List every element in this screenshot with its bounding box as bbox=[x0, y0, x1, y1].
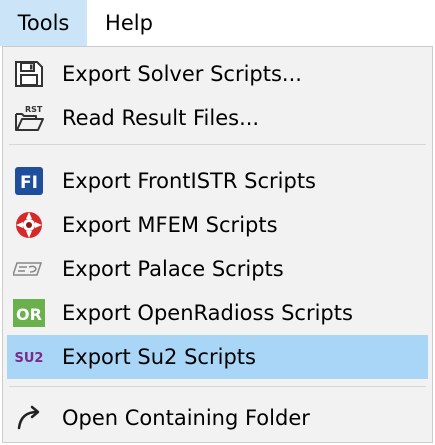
menu-separator bbox=[9, 144, 426, 145]
menu-item-export-su2-scripts[interactable]: SU2 Export Su2 Scripts bbox=[7, 335, 428, 379]
openradioss-logo-icon: OR bbox=[13, 299, 45, 327]
menu-item-label: Export OpenRadioss Scripts bbox=[62, 301, 353, 325]
palace-logo-icon bbox=[13, 262, 43, 276]
menu-item-label: Export Palace Scripts bbox=[62, 257, 284, 281]
open-folder-rst-icon: RST bbox=[15, 105, 44, 131]
menu-item-open-containing-folder[interactable]: Open Containing Folder bbox=[7, 396, 428, 440]
floppy-disk-icon bbox=[15, 61, 43, 87]
menu-item-label: Export MFEM Scripts bbox=[62, 213, 278, 237]
menu-item-label: Export Su2 Scripts bbox=[62, 345, 256, 369]
menu-separator bbox=[9, 386, 426, 387]
menu-item-label: Export Solver Scripts... bbox=[62, 62, 302, 86]
menu-item-read-result-files[interactable]: RST Read Result Files... bbox=[7, 96, 428, 140]
frontistr-logo-icon: FI bbox=[15, 167, 43, 195]
tools-dropdown-menu: Export Solver Scripts... RST Read Result… bbox=[2, 46, 433, 443]
menu-item-label: Export FrontISTR Scripts bbox=[62, 169, 316, 193]
mfem-logo-icon bbox=[16, 212, 42, 238]
svg-text:OR: OR bbox=[16, 305, 42, 324]
menu-item-export-palace-scripts[interactable]: Export Palace Scripts bbox=[7, 247, 428, 291]
open-arrow-icon bbox=[17, 405, 40, 430]
su2-logo-icon: SU2 bbox=[15, 351, 44, 366]
menu-item-export-mfem-scripts[interactable]: Export MFEM Scripts bbox=[7, 203, 428, 247]
svg-text:SU2: SU2 bbox=[15, 351, 44, 366]
svg-text:FI: FI bbox=[20, 173, 38, 193]
menu-item-export-openradioss-scripts[interactable]: OR Export OpenRadioss Scripts bbox=[7, 291, 428, 335]
menu-item-export-solver-scripts[interactable]: Export Solver Scripts... bbox=[7, 52, 428, 96]
menu-tools[interactable]: Tools bbox=[0, 0, 87, 46]
menu-item-export-frontistr-scripts[interactable]: FI Export FrontISTR Scripts bbox=[7, 159, 428, 203]
menu-bar: Tools Help bbox=[0, 0, 435, 46]
menu-item-label: Read Result Files... bbox=[62, 106, 260, 130]
svg-text:RST: RST bbox=[25, 105, 43, 114]
menu-help[interactable]: Help bbox=[88, 0, 170, 46]
menu-item-label: Open Containing Folder bbox=[62, 406, 310, 430]
